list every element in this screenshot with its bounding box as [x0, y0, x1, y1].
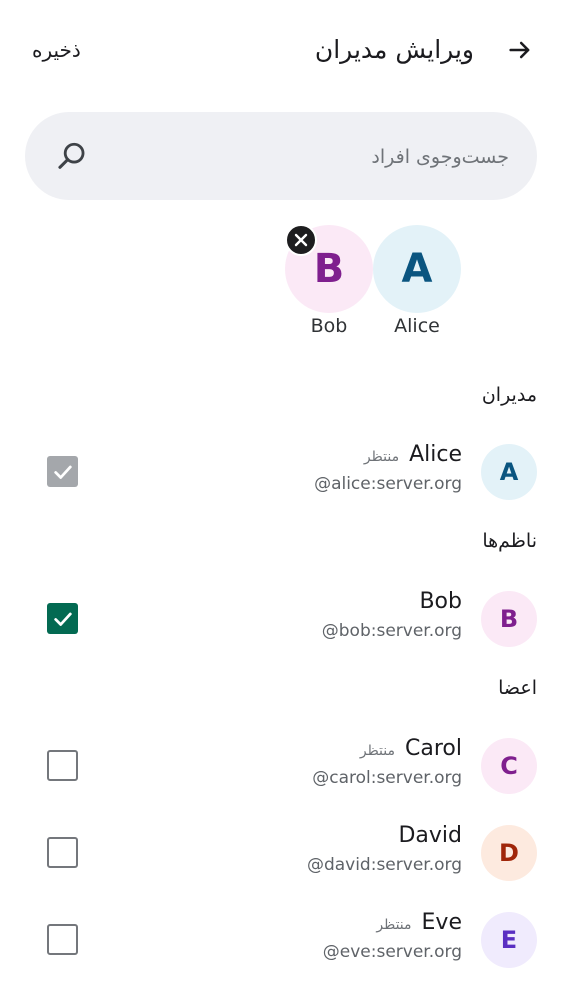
section-header-moderators: ناظم‌ها — [482, 530, 537, 552]
row-name-group: منتظر Eve — [376, 910, 462, 935]
section-header-members: اعضا — [498, 677, 537, 699]
user-name: Carol — [405, 736, 462, 761]
avatar: C — [481, 738, 537, 794]
list-item[interactable]: E منتظر Eve @eve:server.org — [0, 900, 562, 980]
remove-chip-button[interactable] — [285, 224, 317, 256]
user-id: @eve:server.org — [322, 942, 462, 962]
checkbox[interactable] — [47, 750, 78, 781]
selected-chip-alice[interactable]: A Alice — [372, 225, 462, 345]
pending-label: منتظر — [376, 917, 412, 933]
user-name: Alice — [409, 442, 462, 467]
avatar: D — [481, 825, 537, 881]
user-id: @david:server.org — [306, 855, 462, 875]
list-item[interactable]: A منتظر Alice @alice:server.org — [0, 432, 562, 512]
search-icon — [58, 142, 85, 169]
user-id: @alice:server.org — [314, 474, 462, 494]
search-bar[interactable] — [25, 112, 537, 200]
checkbox[interactable] — [47, 603, 78, 634]
chip-name: Bob — [310, 315, 348, 337]
row-name-group: David — [398, 823, 462, 848]
list-item[interactable]: D David @david:server.org — [0, 813, 562, 893]
list-item[interactable]: B Bob @bob:server.org — [0, 579, 562, 659]
checkbox[interactable] — [47, 924, 78, 955]
user-id: @carol:server.org — [312, 768, 462, 788]
row-name-group: Bob — [419, 589, 462, 614]
arrow-right-icon — [509, 41, 530, 59]
user-id: @bob:server.org — [321, 621, 462, 641]
save-button[interactable]: ذخیره — [32, 34, 81, 66]
close-icon — [294, 233, 308, 247]
page-title: ویرایش مدیران — [314, 35, 474, 64]
pending-label: منتظر — [363, 449, 400, 465]
user-name: Bob — [419, 589, 462, 614]
pending-label: منتظر — [359, 743, 396, 759]
user-name: David — [398, 823, 462, 848]
avatar: B — [481, 591, 537, 647]
back-button[interactable] — [500, 30, 540, 70]
row-name-group: منتظر Carol — [360, 736, 462, 761]
row-name-group: منتظر Alice — [364, 442, 462, 467]
avatar: E — [481, 912, 537, 968]
section-header-admins: مدیران — [481, 384, 537, 406]
user-name: Eve — [421, 910, 462, 935]
avatar: A — [481, 444, 537, 500]
search-input[interactable] — [127, 134, 511, 180]
checkbox[interactable] — [47, 837, 78, 868]
check-icon — [53, 465, 72, 479]
avatar: A — [373, 225, 461, 313]
check-icon — [53, 612, 72, 626]
list-item[interactable]: C منتظر Carol @carol:server.org — [0, 726, 562, 806]
checkbox — [47, 456, 78, 487]
chip-name: Alice — [394, 315, 440, 337]
